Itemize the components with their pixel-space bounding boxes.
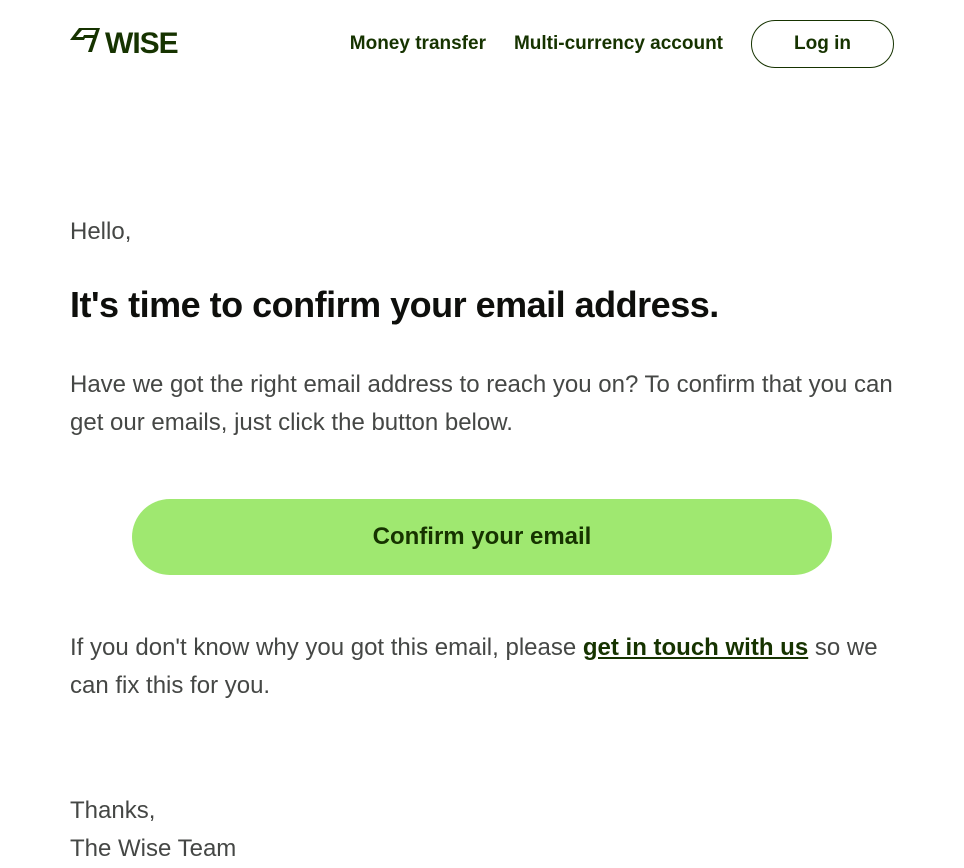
page-title: It's time to confirm your email address. xyxy=(70,284,894,326)
svg-text:WISE: WISE xyxy=(105,27,178,60)
contact-link[interactable]: get in touch with us xyxy=(583,634,808,661)
greeting-text: Hello, xyxy=(70,218,894,246)
team-text: The Wise Team xyxy=(70,835,236,862)
wise-logo[interactable]: WISE xyxy=(70,27,220,61)
signoff: Thanks, The Wise Team xyxy=(70,792,894,868)
wise-logo-icon: WISE xyxy=(70,27,220,61)
confirm-email-button[interactable]: Confirm your email xyxy=(132,499,832,575)
header: WISE Money transfer Multi-currency accou… xyxy=(70,20,894,68)
disclaimer-before: If you don't know why you got this email… xyxy=(70,634,583,661)
nav-money-transfer[interactable]: Money transfer xyxy=(350,33,486,55)
thanks-text: Thanks, xyxy=(70,797,155,824)
disclaimer-text: If you don't know why you got this email… xyxy=(70,629,894,706)
nav: Money transfer Multi-currency account Lo… xyxy=(350,20,894,68)
intro-text: Have we got the right email address to r… xyxy=(70,366,894,443)
login-button[interactable]: Log in xyxy=(751,20,894,68)
nav-multi-currency[interactable]: Multi-currency account xyxy=(514,33,723,55)
